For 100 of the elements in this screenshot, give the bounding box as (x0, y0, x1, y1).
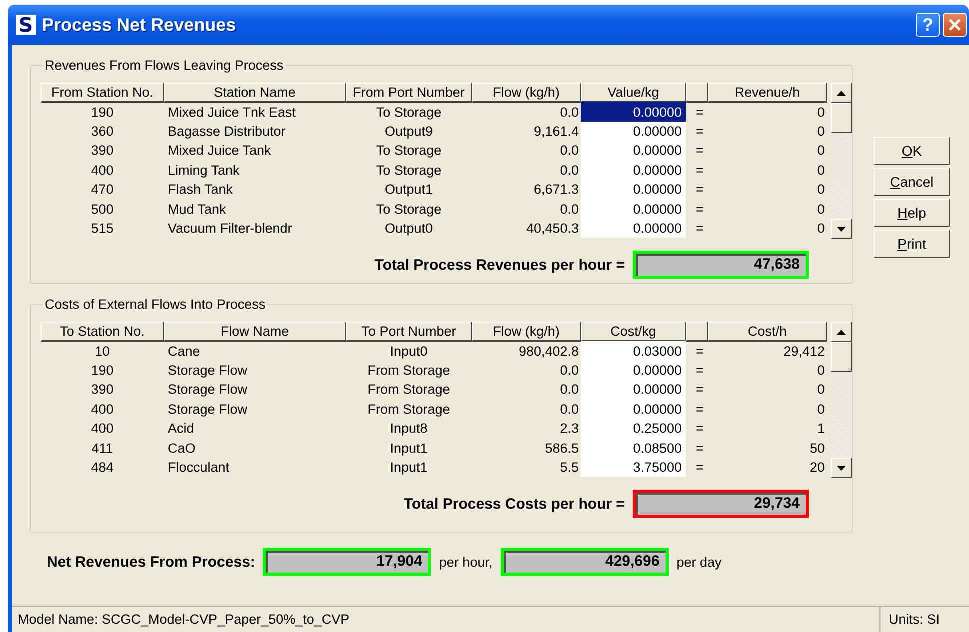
table-cell: 0.0 (560, 402, 579, 417)
window-title: Process Net Revenues (42, 14, 236, 36)
table-cell: Liming Tank (168, 162, 240, 178)
column-header[interactable]: Flow (kg/h) (472, 322, 581, 342)
table-cell: 484 (91, 460, 114, 475)
table-cell: From Storage (368, 402, 450, 417)
dialog-button[interactable]: Help (874, 199, 950, 227)
table-cell: From Storage (368, 362, 450, 378)
table-cell: Input1 (390, 440, 428, 456)
price-input[interactable]: 0.00000 (581, 102, 686, 122)
help-button[interactable]: ? (916, 13, 940, 37)
table-cell: 29,412 (784, 344, 825, 359)
column-header[interactable]: From Station No. (41, 83, 164, 103)
table-cell: Input8 (390, 421, 428, 436)
table-cell: 190 (91, 362, 114, 378)
table-cell: 400 (91, 162, 114, 178)
dialog-button[interactable]: Cancel (874, 168, 950, 196)
price-input[interactable]: 3.75000 (581, 458, 686, 478)
group-title: Revenues From Flows Leaving Process (44, 58, 285, 73)
table-cell: Output9 (384, 124, 434, 139)
table-cell: Storage Flow (168, 402, 248, 417)
scroll-thumb[interactable] (831, 103, 852, 133)
table-cell: 0 (817, 382, 825, 398)
price-input[interactable]: 0.00000 (581, 141, 686, 161)
equals-sign: = (696, 104, 704, 120)
table-cell: Output1 (384, 182, 434, 198)
scroll-down-button[interactable] (831, 458, 852, 478)
table-cell: 5.5 (560, 460, 579, 475)
price-input[interactable]: 0.03000 (581, 341, 686, 361)
price-input[interactable]: 0.00000 (581, 199, 686, 219)
table-cell: 0.0 (560, 362, 579, 378)
table-cell: 190 (91, 104, 114, 120)
column-header[interactable]: Value/kg (581, 83, 686, 103)
total-value-box: 47,638 (633, 251, 809, 279)
equals-sign: = (696, 182, 704, 198)
price-input[interactable]: 0.00000 (581, 160, 686, 180)
column-header[interactable]: Revenue/h (708, 83, 827, 103)
column-header[interactable]: To Port Number (346, 322, 472, 342)
price-input[interactable]: 0.00000 (581, 400, 686, 419)
up-arrow-icon (837, 90, 846, 96)
price-input[interactable]: 0.00000 (581, 218, 686, 238)
column-header[interactable]: To Station No. (41, 322, 164, 342)
table-cell: 0 (817, 220, 825, 236)
table-cell: Mixed Juice Tank (168, 143, 272, 158)
price-input[interactable]: 0.25000 (581, 418, 686, 438)
column-header[interactable]: From Port Number (346, 83, 472, 103)
net-revenues-label: Net Revenues From Process: (47, 554, 256, 570)
equals-sign: = (696, 421, 704, 436)
column-header[interactable]: Flow (kg/h) (472, 83, 581, 103)
table-cell: 0 (817, 143, 825, 158)
table-cell: 0 (817, 162, 825, 178)
price-input[interactable]: 0.00000 (581, 122, 686, 142)
table-cell: 390 (91, 382, 114, 398)
table-cell: From Storage (368, 382, 450, 398)
dialog-button[interactable]: Print (874, 230, 950, 258)
price-input[interactable]: 0.00000 (581, 360, 686, 380)
table-cell: 0 (817, 182, 825, 198)
equals-sign: = (696, 382, 704, 398)
table-cell: To Storage (376, 202, 442, 217)
table-cell: Flocculant (168, 460, 230, 475)
table-cell: 9,161.4 (534, 124, 579, 139)
close-icon (948, 18, 962, 32)
equals-sign: = (696, 344, 704, 359)
scroll-thumb[interactable] (831, 342, 852, 372)
table-cell: 515 (91, 220, 114, 236)
column-header[interactable]: Station Name (164, 83, 346, 103)
table-cell: 0.0 (560, 104, 579, 120)
table-cell: To Storage (376, 143, 442, 158)
net-per-day-box: 429,696 (500, 548, 669, 576)
table-cell: 0.0 (560, 202, 579, 217)
scrollbar[interactable] (831, 83, 852, 239)
table-cell: 6,671.3 (534, 182, 579, 198)
equals-sign: = (696, 362, 704, 378)
net-per-hour-box: 17,904 (263, 548, 432, 576)
scrollbar[interactable] (831, 322, 852, 478)
table-cell: 1 (817, 421, 825, 436)
equals-sign: = (696, 440, 704, 456)
table-cell: 50 (810, 440, 825, 456)
table-cell: Input0 (390, 344, 428, 359)
scroll-down-button[interactable] (831, 219, 852, 239)
table-cell: Input1 (390, 460, 428, 475)
price-input[interactable]: 0.08500 (581, 438, 686, 458)
table-cell: 360 (91, 124, 114, 139)
scroll-up-button[interactable] (831, 322, 852, 342)
price-input[interactable]: 0.00000 (581, 180, 686, 200)
table-cell: 0 (817, 362, 825, 378)
column-header[interactable]: Cost/h (708, 322, 827, 342)
close-button[interactable] (943, 13, 967, 37)
column-header[interactable]: Cost/kg (581, 322, 686, 342)
table-cell: Acid (168, 421, 194, 436)
model-name-text: Model Name: SCGC_Model-CVP_Paper_50%_to_CVP (17, 611, 351, 629)
table-cell: 0 (817, 402, 825, 417)
table-cell: 586.5 (545, 440, 579, 456)
down-arrow-icon (837, 466, 846, 470)
scroll-up-button[interactable] (831, 83, 852, 103)
table-cell: 0 (817, 202, 825, 217)
column-header[interactable]: Flow Name (164, 322, 346, 342)
price-input[interactable]: 0.00000 (581, 380, 686, 400)
dialog-button[interactable]: OK (874, 137, 950, 165)
group-title: Costs of External Flows Into Process (44, 297, 267, 312)
